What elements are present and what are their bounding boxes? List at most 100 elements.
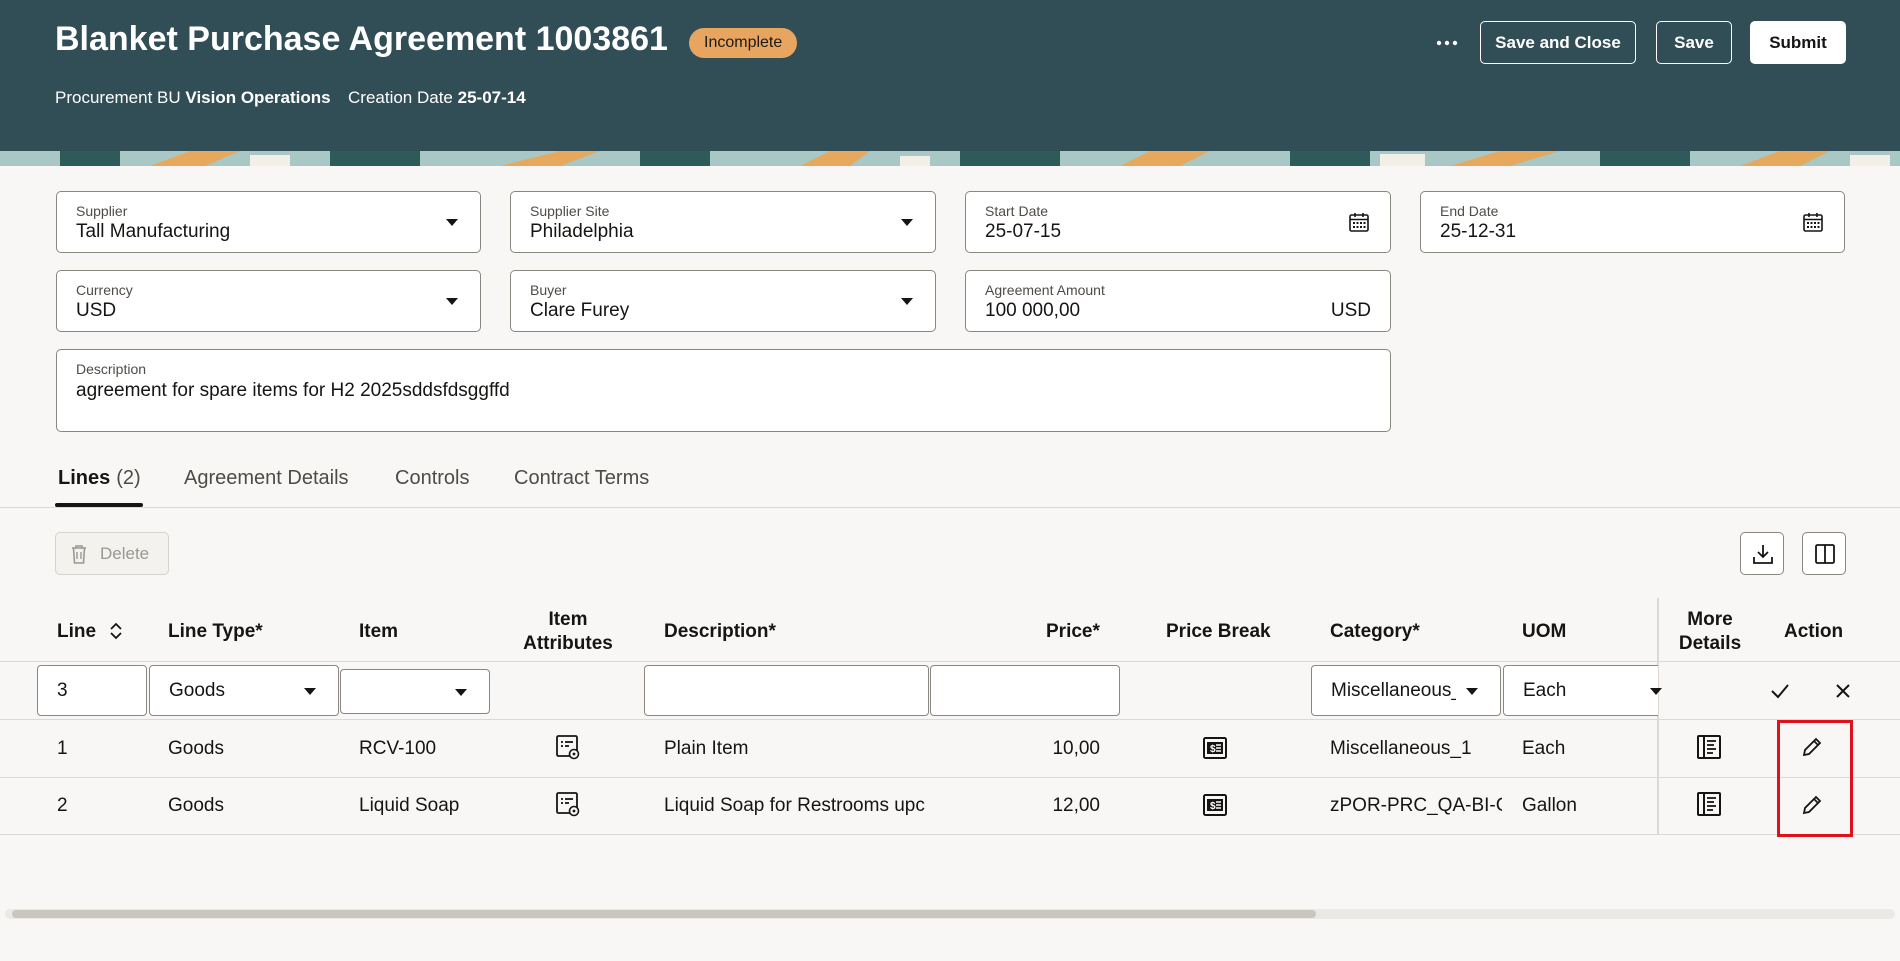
save-and-close-button[interactable]: Save and Close bbox=[1480, 21, 1636, 64]
buyer-field[interactable]: Buyer Clare Furey bbox=[510, 270, 936, 332]
chevron-down-icon[interactable] bbox=[455, 689, 467, 696]
start-date-value: 25-07-15 bbox=[985, 221, 1062, 242]
line-type-value: Goods bbox=[169, 680, 225, 701]
procurement-bu: Procurement BU Vision Operations bbox=[55, 88, 331, 108]
item-select[interactable] bbox=[340, 669, 490, 714]
description-field[interactable]: Description agreement for spare items fo… bbox=[56, 349, 1391, 432]
item-attributes-header-line2: Attributes bbox=[523, 633, 613, 654]
highlight-annotation bbox=[1777, 720, 1853, 837]
row-divider bbox=[0, 777, 1900, 778]
tab-controls[interactable]: Controls bbox=[395, 467, 469, 490]
start-date-field[interactable]: Start Date 25-07-15 bbox=[965, 191, 1391, 253]
delete-button[interactable]: Delete bbox=[55, 532, 169, 575]
column-header-uom[interactable]: UOM bbox=[1522, 620, 1566, 644]
tab-lines[interactable]: Lines (2) bbox=[58, 467, 141, 490]
row-price: 10,00 bbox=[1052, 738, 1100, 759]
line-number-input[interactable]: 3 bbox=[37, 665, 147, 716]
row-line-type: Goods bbox=[168, 738, 224, 759]
column-header-item[interactable]: Item bbox=[359, 620, 398, 644]
delete-label: Delete bbox=[100, 544, 150, 563]
column-header-description[interactable]: Description* bbox=[664, 620, 776, 644]
supplier-label: Supplier bbox=[76, 203, 128, 219]
chevron-down-icon[interactable] bbox=[446, 219, 458, 226]
row-price: 12,00 bbox=[1052, 795, 1100, 816]
column-header-price-break[interactable]: Price Break bbox=[1166, 620, 1271, 644]
columns-icon bbox=[1815, 544, 1835, 564]
line-type-select[interactable]: Goods bbox=[149, 665, 339, 716]
category-value: Miscellaneous_1 bbox=[1331, 680, 1456, 701]
procurement-bu-label: Procurement BU bbox=[55, 88, 181, 107]
end-date-label: End Date bbox=[1440, 203, 1499, 219]
uom-value: Each bbox=[1523, 680, 1567, 701]
buyer-label: Buyer bbox=[530, 282, 567, 298]
currency-field[interactable]: Currency USD bbox=[56, 270, 481, 332]
end-date-field[interactable]: End Date 25-12-31 bbox=[1420, 191, 1845, 253]
agreement-amount-field[interactable]: Agreement Amount 100 000,00 USD bbox=[965, 270, 1391, 332]
column-header-item-attributes[interactable]: Item Attributes bbox=[518, 608, 618, 656]
row-uom: Each bbox=[1522, 738, 1566, 759]
price-input[interactable] bbox=[930, 665, 1120, 716]
details-icon[interactable] bbox=[1696, 791, 1722, 817]
close-icon[interactable] bbox=[1833, 681, 1853, 701]
item-attributes-icon[interactable] bbox=[555, 791, 581, 817]
uom-select[interactable]: Each bbox=[1503, 665, 1662, 716]
chevron-down-icon[interactable] bbox=[901, 219, 913, 226]
download-button[interactable] bbox=[1740, 532, 1784, 575]
line-header-label: Line bbox=[57, 621, 97, 642]
row-line-number: 2 bbox=[57, 795, 68, 816]
chevron-down-icon[interactable] bbox=[1466, 688, 1478, 695]
currency-value: USD bbox=[76, 300, 117, 321]
svg-text:$: $ bbox=[1210, 744, 1216, 755]
supplier-site-field[interactable]: Supplier Site Philadelphia bbox=[510, 191, 936, 253]
item-attributes-icon[interactable] bbox=[555, 734, 581, 760]
column-header-line[interactable]: Line bbox=[57, 620, 96, 644]
column-header-line-type[interactable]: Line Type* bbox=[168, 620, 263, 644]
save-button[interactable]: Save bbox=[1656, 21, 1732, 64]
agreement-amount-label: Agreement Amount bbox=[985, 282, 1105, 298]
column-header-category[interactable]: Category* bbox=[1330, 620, 1420, 644]
procurement-bu-value: Vision Operations bbox=[185, 88, 331, 107]
chevron-down-icon[interactable] bbox=[1650, 688, 1662, 695]
details-icon[interactable] bbox=[1696, 734, 1722, 760]
tab-agreement-details[interactable]: Agreement Details bbox=[184, 467, 349, 490]
chevron-down-icon[interactable] bbox=[446, 298, 458, 305]
price-break-icon[interactable]: $ bbox=[1202, 735, 1228, 761]
row-description: Liquid Soap for Restrooms upc bbox=[664, 795, 925, 816]
sort-icon[interactable] bbox=[109, 621, 123, 641]
agreement-amount-currency: USD bbox=[1330, 300, 1371, 321]
status-badge: Incomplete bbox=[689, 28, 798, 58]
price-break-icon[interactable]: $ bbox=[1202, 792, 1228, 818]
creation-date: Creation Date 25-07-14 bbox=[348, 88, 526, 108]
row-divider bbox=[0, 719, 1900, 720]
start-date-label: Start Date bbox=[985, 203, 1049, 219]
frozen-column-divider bbox=[1657, 598, 1659, 835]
column-header-more-details[interactable]: More Details bbox=[1660, 608, 1760, 656]
check-icon[interactable] bbox=[1769, 680, 1791, 702]
creation-date-label: Creation Date bbox=[348, 88, 453, 107]
row-uom: Gallon bbox=[1522, 795, 1577, 816]
currency-label: Currency bbox=[76, 282, 133, 298]
chevron-down-icon[interactable] bbox=[901, 298, 913, 305]
supplier-field[interactable]: Supplier Tall Manufacturing bbox=[56, 191, 481, 253]
tabs-divider bbox=[0, 507, 1900, 508]
submit-button[interactable]: Submit bbox=[1750, 21, 1846, 64]
supplier-site-label: Supplier Site bbox=[530, 203, 610, 219]
column-header-price[interactable]: Price* bbox=[1046, 620, 1100, 644]
column-header-action: Action bbox=[1784, 621, 1844, 642]
supplier-site-value: Philadelphia bbox=[530, 221, 634, 242]
scrollbar-thumb[interactable] bbox=[12, 910, 1316, 918]
row-item: RCV-100 bbox=[359, 738, 437, 759]
item-attributes-header-line1: Item bbox=[548, 609, 588, 630]
header-divider bbox=[0, 661, 1900, 662]
category-select[interactable]: Miscellaneous_1 bbox=[1311, 665, 1501, 716]
calendar-icon[interactable] bbox=[1802, 211, 1824, 233]
calendar-icon[interactable] bbox=[1348, 211, 1370, 233]
manage-columns-button[interactable] bbox=[1802, 532, 1846, 575]
tab-contract-terms[interactable]: Contract Terms bbox=[514, 467, 649, 490]
page-title: Blanket Purchase Agreement 1003861 bbox=[55, 20, 668, 58]
trash-icon bbox=[72, 545, 86, 564]
more-horizontal-icon[interactable] bbox=[1432, 28, 1462, 58]
description-input[interactable] bbox=[644, 665, 929, 716]
row-category: Miscellaneous_1 bbox=[1330, 738, 1472, 759]
chevron-down-icon[interactable] bbox=[304, 688, 316, 695]
